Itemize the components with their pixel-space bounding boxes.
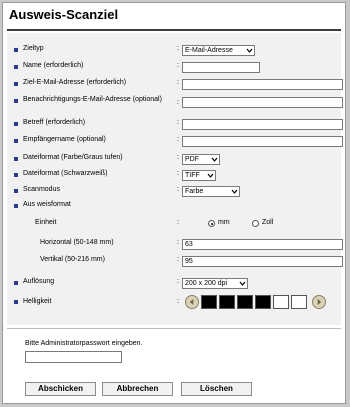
scanmodus-value: Farbe <box>185 188 204 195</box>
dateiformat-farbe-select[interactable]: PDF <box>182 154 220 165</box>
cancel-button[interactable]: Abbrechen <box>102 382 173 396</box>
page-title: Ausweis-Scanziel <box>9 7 119 22</box>
chevron-down-icon <box>246 48 253 53</box>
aufloesung-label: Auflösung <box>23 278 55 285</box>
delete-button[interactable]: Löschen <box>181 382 252 396</box>
brightness-level-swatch[interactable] <box>219 295 235 309</box>
form-area: Zieltyp : E-Mail-Adresse Name (erforderl… <box>7 33 343 325</box>
brightness-level-swatch[interactable] <box>201 295 217 309</box>
betreff-input[interactable] <box>182 119 343 130</box>
brightness-level-swatch[interactable] <box>291 295 307 309</box>
aufloesung-value: 200 x 200 dpi <box>185 280 228 287</box>
bullet-icon <box>14 48 18 52</box>
name-input[interactable] <box>182 62 260 73</box>
title-divider <box>7 29 341 31</box>
colon: : <box>177 278 179 285</box>
dateiformat-farbe-label: Dateiformat (Farbe/Graus tufen) <box>23 154 123 161</box>
password-input[interactable] <box>25 351 122 363</box>
chevron-down-icon <box>231 189 238 194</box>
dateiformat-sw-value: TIFF <box>185 172 200 179</box>
vertikal-input[interactable]: 95 <box>182 256 343 267</box>
colon: : <box>177 170 179 177</box>
bullet-icon <box>14 99 18 103</box>
ziel-email-label: Ziel-E-Mail-Adresse (erforderlich) <box>23 79 127 86</box>
dialog-panel: Ausweis-Scanziel Zieltyp : E-Mail-Adress… <box>2 2 346 404</box>
name-label: Name (erforderlich) <box>23 62 84 69</box>
bullet-icon <box>14 189 18 193</box>
submit-button[interactable]: Abschicken <box>25 382 96 396</box>
scanmodus-label: Scanmodus <box>23 186 60 193</box>
dateiformat-sw-select[interactable]: TIFF <box>182 170 216 181</box>
benachrichtigung-input[interactable] <box>182 97 343 108</box>
zieltyp-value: E-Mail-Adresse <box>185 47 233 54</box>
bullet-icon <box>14 122 18 126</box>
arrow-left-icon <box>189 299 194 305</box>
bullet-icon <box>14 65 18 69</box>
dateiformat-sw-label: Dateiformat (Schwarzweiß) <box>23 170 108 177</box>
colon: : <box>177 45 179 52</box>
helligkeit-label: Helligkeit <box>23 298 52 305</box>
chevron-down-icon <box>211 157 218 162</box>
arrow-right-icon <box>317 299 322 305</box>
aufloesung-select[interactable]: 200 x 200 dpi <box>182 278 248 289</box>
brightness-increase-button[interactable] <box>312 295 326 309</box>
empfaenger-input[interactable] <box>182 136 343 147</box>
einheit-mm-label: mm <box>218 219 230 226</box>
section-divider <box>7 328 341 329</box>
zieltyp-select[interactable]: E-Mail-Adresse <box>182 45 255 56</box>
colon: : <box>177 79 179 86</box>
einheit-label: Einheit <box>35 219 57 226</box>
colon: : <box>177 239 179 246</box>
scanmodus-select[interactable]: Farbe <box>182 186 240 197</box>
bullet-icon <box>14 173 18 177</box>
betreff-label: Betreff (erforderlich) <box>23 119 86 126</box>
bullet-icon <box>14 204 18 208</box>
einheit-zoll-label: Zoll <box>262 219 274 226</box>
colon: : <box>177 298 179 305</box>
einheit-mm-radio[interactable] <box>208 220 215 227</box>
horizontal-input[interactable]: 63 <box>182 239 343 250</box>
bullet-icon <box>14 157 18 161</box>
ausweisformat-label: Aus weisformat <box>23 201 71 208</box>
bullet-icon <box>14 82 18 86</box>
benachrichtigung-label: Benachrichtigungs-E-Mail-Adresse (option… <box>23 96 162 103</box>
colon: : <box>177 62 179 69</box>
colon: : <box>177 136 179 143</box>
brightness-level-swatch[interactable] <box>273 295 289 309</box>
dateiformat-farbe-value: PDF <box>185 156 199 163</box>
horizontal-label: Horizontal (50-148 mm) <box>40 239 114 246</box>
chevron-down-icon <box>207 173 214 178</box>
bullet-icon <box>14 139 18 143</box>
zieltyp-label: Zieltyp <box>23 45 44 52</box>
ziel-email-input[interactable] <box>182 79 343 90</box>
chevron-down-icon <box>239 281 246 286</box>
brightness-level-swatch[interactable] <box>237 295 253 309</box>
brightness-level-swatch[interactable] <box>255 295 271 309</box>
password-label: Bitte Administratorpasswort eingeben. <box>25 340 143 347</box>
colon: : <box>177 154 179 161</box>
colon: : <box>177 119 179 126</box>
colon: : <box>177 99 179 106</box>
empfaenger-label: Empfängername (optional) <box>23 136 106 143</box>
einheit-zoll-radio[interactable] <box>252 220 259 227</box>
brightness-decrease-button[interactable] <box>185 295 199 309</box>
vertikal-label: Vertikal (50-216 mm) <box>40 256 105 263</box>
bullet-icon <box>14 300 18 304</box>
colon: : <box>177 256 179 263</box>
row-helligkeit: Helligkeit : <box>7 295 341 311</box>
colon: : <box>177 219 179 226</box>
colon: : <box>177 186 179 193</box>
bullet-icon <box>14 281 18 285</box>
